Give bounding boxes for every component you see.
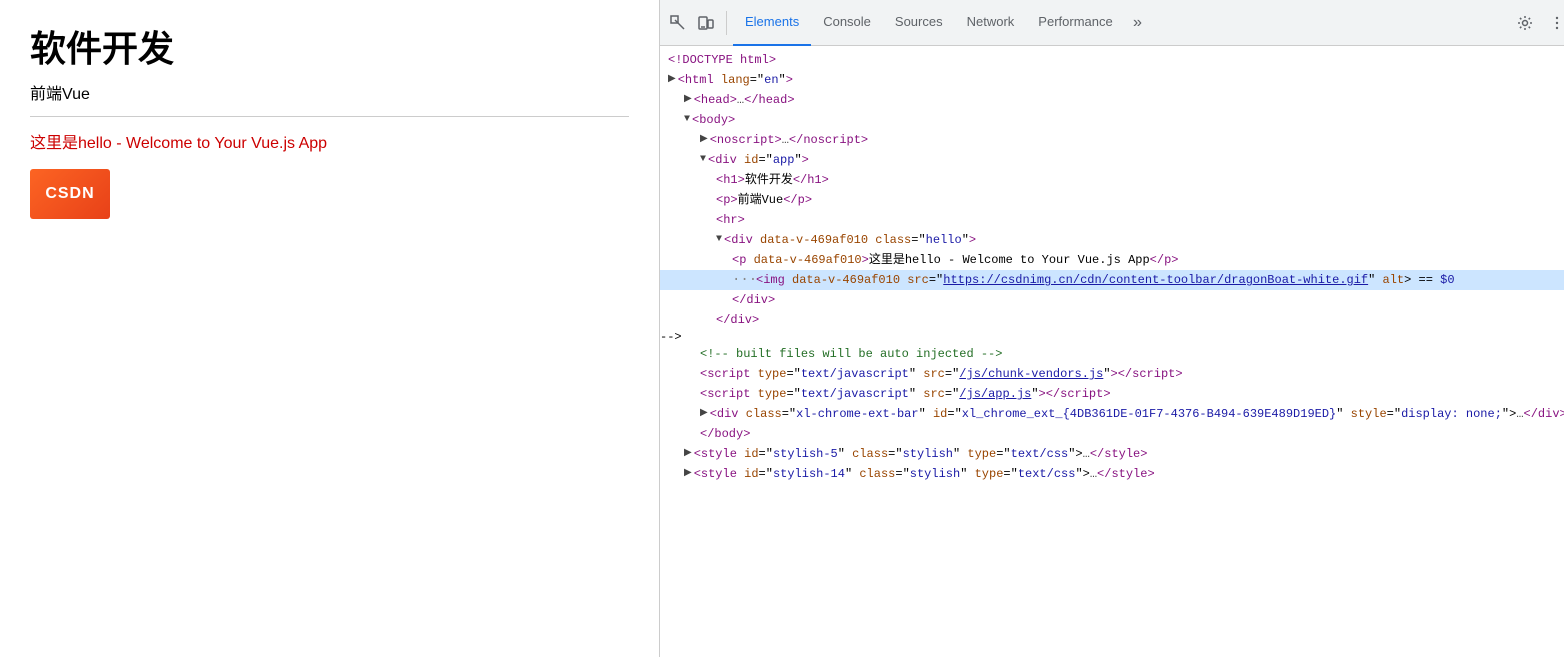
tab-network[interactable]: Network [955, 0, 1027, 46]
doctype-line[interactable]: <!DOCTYPE html> [660, 50, 1564, 70]
inspect-element-icon[interactable] [664, 9, 692, 37]
toolbar-right-icons [1511, 9, 1564, 37]
script-app-src[interactable]: /js/app.js [959, 385, 1031, 403]
div-hello-close-line[interactable]: </div> [660, 290, 1564, 310]
head-collapsed-line[interactable]: <head> … </head> [660, 90, 1564, 110]
noscript-line[interactable]: <noscript> … </noscript> [660, 130, 1564, 150]
dots-icon[interactable]: ··· [732, 271, 752, 289]
div-hello-triangle[interactable] [716, 231, 722, 249]
page-subtitle: 前端Vue [30, 80, 629, 104]
p-hello-line[interactable]: <p data-v-469af010 > 这里是hello - Welcome … [660, 250, 1564, 270]
html-triangle[interactable] [668, 71, 676, 89]
devtools-panel: Elements Console Sources Network Perform… [660, 0, 1564, 657]
body-open-line[interactable]: <body> [660, 110, 1564, 130]
comment-built-line[interactable]: <!-- built files will be auto injected -… [660, 344, 1564, 364]
hello-link[interactable]: 这里是hello - Welcome to Your Vue.js App [30, 129, 629, 153]
script-vendors-src[interactable]: /js/chunk-vendors.js [959, 365, 1103, 383]
divider [30, 116, 629, 117]
devtools-tabs: Elements Console Sources Network Perform… [733, 0, 1511, 46]
style-5-triangle[interactable] [684, 445, 692, 463]
style-stylish5-line[interactable]: <style id="stylish-5" class="stylish" ty… [660, 444, 1564, 464]
tab-performance[interactable]: Performance [1026, 0, 1124, 46]
script-app-line[interactable]: <script type="text/javascript" src="/js/… [660, 384, 1564, 404]
body-triangle[interactable] [684, 111, 690, 129]
div-app-triangle[interactable] [700, 151, 706, 169]
tab-sources[interactable]: Sources [883, 0, 955, 46]
div-app-close-line[interactable]: </div> [660, 310, 1564, 330]
div-hello-open-line[interactable]: <div data-v-469af010 class="hello" > [660, 230, 1564, 250]
webpage-preview: 软件开发 前端Vue 这里是hello - Welcome to Your Vu… [0, 0, 660, 657]
settings-icon[interactable] [1511, 9, 1539, 37]
csdn-logo-image [30, 169, 110, 219]
head-triangle[interactable] [684, 91, 692, 109]
img-src-link[interactable]: https://csdnimg.cn/cdn/content-toolbar/d… [943, 271, 1368, 289]
div-chrome-ext-line[interactable]: <div class="xl-chrome-ext-bar" id="xl_ch… [660, 404, 1564, 424]
noscript-triangle[interactable] [700, 131, 708, 149]
style-14-triangle[interactable] [684, 465, 692, 483]
h1-line[interactable]: <h1> 软件开发 </h1> [660, 170, 1564, 190]
more-tabs-button[interactable]: » [1125, 0, 1151, 46]
p-frontend-line[interactable]: <p> 前端Vue </p> [660, 190, 1564, 210]
devtools-toolbar: Elements Console Sources Network Perform… [660, 0, 1564, 46]
toolbar-separator-1 [726, 11, 727, 35]
hr-line[interactable]: <hr> [660, 210, 1564, 230]
body-close-line[interactable]: </body> [660, 424, 1564, 444]
html-open-line[interactable]: <html lang="en" > [660, 70, 1564, 90]
tab-elements[interactable]: Elements [733, 0, 811, 46]
page-heading: 软件开发 [30, 20, 629, 72]
customize-devtools-icon[interactable] [1543, 9, 1564, 37]
tab-console[interactable]: Console [811, 0, 883, 46]
device-toolbar-icon[interactable] [692, 9, 720, 37]
div-app-open-line[interactable]: <div id="app" > [660, 150, 1564, 170]
style-stylish14-line[interactable]: <style id="stylish-14" class="stylish" t… [660, 464, 1564, 484]
chrome-ext-triangle[interactable] [700, 405, 708, 423]
elements-panel: <!DOCTYPE html> <html lang="en" > <head>… [660, 46, 1564, 657]
img-line[interactable]: ··· <img data-v-469af010 src="https://cs… [660, 270, 1564, 290]
script-vendors-line[interactable]: <script type="text/javascript" src="/js/… [660, 364, 1564, 384]
